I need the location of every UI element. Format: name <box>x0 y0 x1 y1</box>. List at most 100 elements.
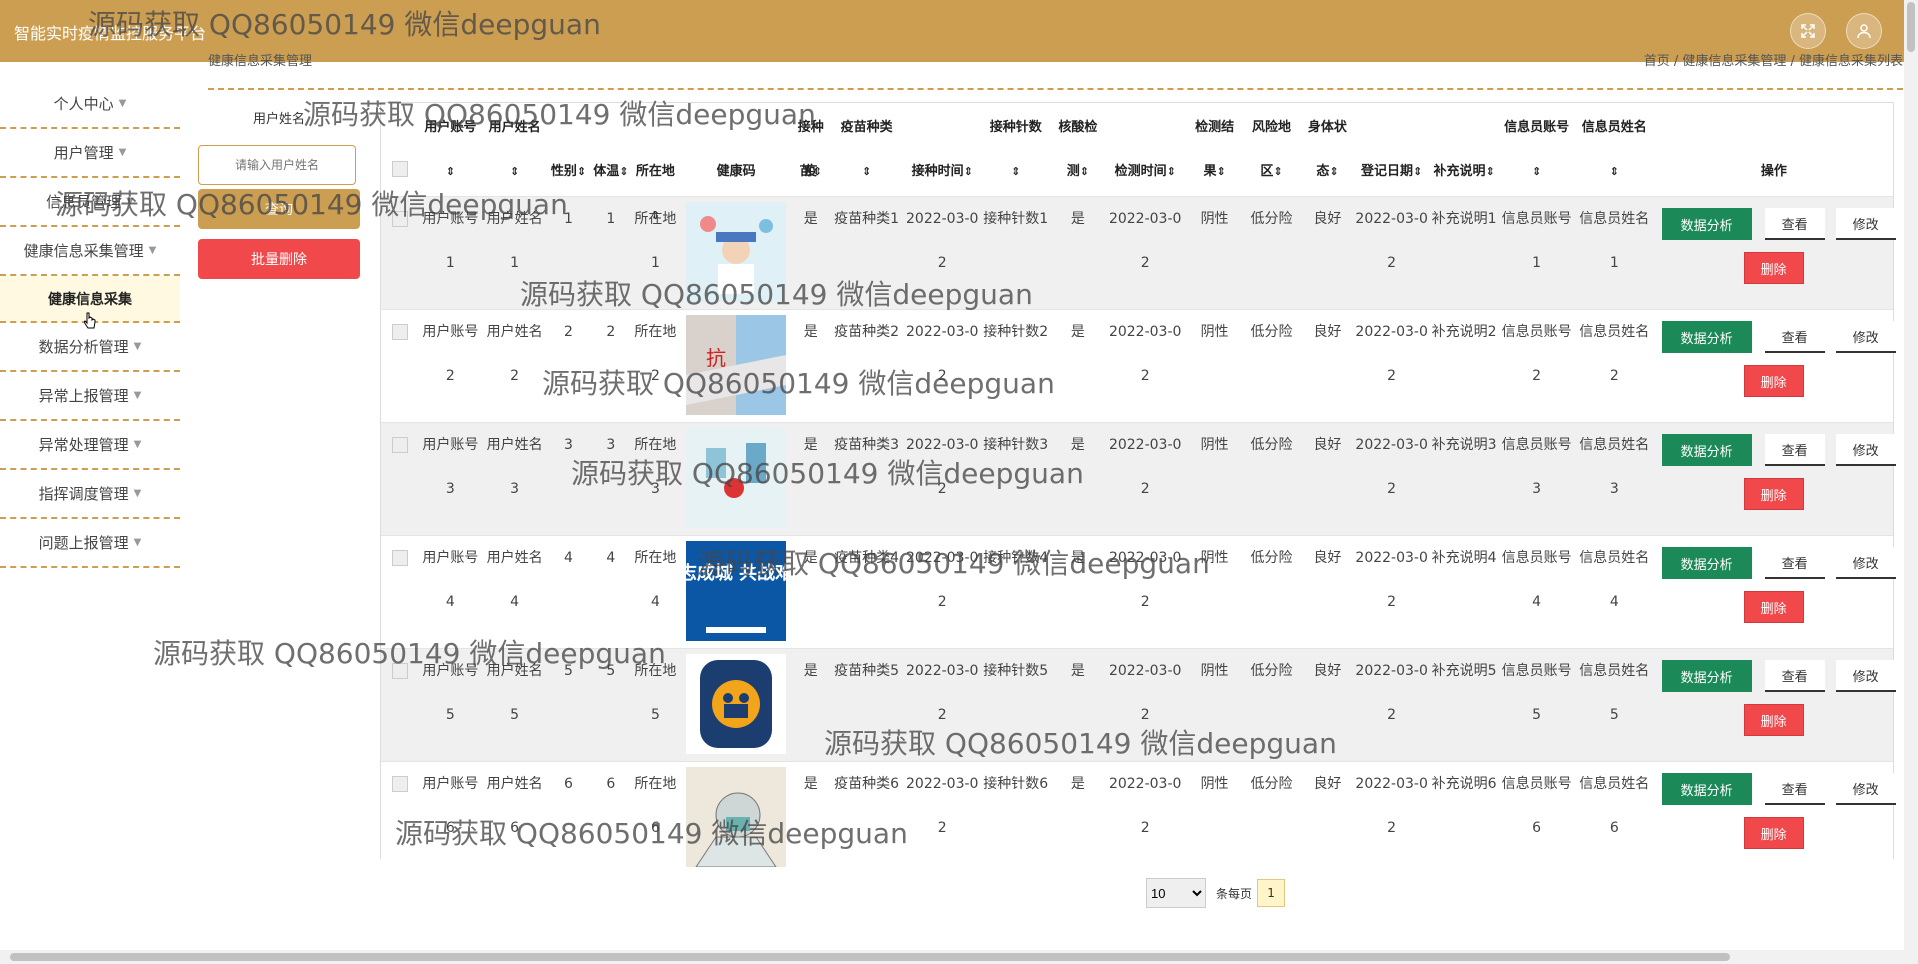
column-header[interactable]: 信息员账号 ⇕ <box>1499 103 1574 197</box>
data-analysis-button[interactable]: 数据分析 <box>1661 208 1752 240</box>
edit-button[interactable]: 修改 <box>1835 208 1896 240</box>
view-button[interactable]: 查看 <box>1764 434 1825 466</box>
sort-icon[interactable]: ⇕ <box>813 165 822 178</box>
edit-button[interactable]: 修改 <box>1835 660 1896 692</box>
sort-icon[interactable]: ⇕ <box>1011 165 1020 178</box>
view-button[interactable]: 查看 <box>1764 773 1825 805</box>
sort-icon[interactable]: ⇕ <box>1413 165 1422 178</box>
sort-icon[interactable]: ⇕ <box>1532 165 1541 178</box>
actions-cell: 数据分析 查看 修改 删除 <box>1654 761 1896 874</box>
sidebar-item[interactable]: 用户管理 ▼ <box>0 129 180 178</box>
delete-button[interactable]: 删除 <box>1743 252 1804 284</box>
sidebar-item[interactable]: 健康信息采集管理 ▼ <box>0 227 180 276</box>
sort-icon[interactable]: ⇕ <box>510 165 519 178</box>
search-input[interactable] <box>198 145 356 185</box>
table-cell: 所在地4 <box>631 535 680 649</box>
delete-button[interactable]: 删除 <box>1743 365 1804 397</box>
column-header[interactable]: 用户姓名 ⇕ <box>482 103 546 197</box>
column-header[interactable]: 接种疫 苗⇕ <box>793 103 828 197</box>
scroll-thumb[interactable] <box>10 953 1730 961</box>
row-checkbox[interactable] <box>391 324 408 340</box>
vertical-scrollbar[interactable] <box>1904 0 1918 950</box>
sidebar-item-label: 个人中心 <box>53 95 114 113</box>
horizontal-scrollbar[interactable] <box>0 950 1918 964</box>
row-checkbox[interactable] <box>391 437 408 453</box>
row-checkbox[interactable] <box>391 776 408 792</box>
column-header[interactable]: 接种针数 ⇕ <box>980 103 1052 197</box>
page-size-select[interactable]: 10 <box>1146 878 1206 908</box>
column-header[interactable]: 疫苗种类 ⇕ <box>828 103 905 197</box>
scroll-thumb[interactable] <box>1907 2 1915 52</box>
sort-icon[interactable]: ⇕ <box>577 165 586 178</box>
column-header[interactable]: 性别⇕ <box>547 103 590 197</box>
sidebar-item[interactable]: 信息员管理 ▼ <box>0 178 180 227</box>
chevron-down-icon: ▼ <box>126 196 134 207</box>
expand-icon <box>1801 24 1815 38</box>
delete-button[interactable]: 删除 <box>1743 817 1804 849</box>
select-all-checkbox[interactable] <box>391 161 408 177</box>
query-button[interactable]: 查询 <box>198 189 360 229</box>
column-header[interactable]: 登记日期⇕ <box>1354 103 1429 197</box>
column-header[interactable]: 身体状 态⇕ <box>1301 103 1355 197</box>
delete-button[interactable]: 删除 <box>1743 704 1804 736</box>
column-header[interactable]: 用户账号 ⇕ <box>418 103 482 197</box>
edit-button[interactable]: 修改 <box>1835 434 1896 466</box>
sort-icon[interactable]: ⇕ <box>1329 165 1338 178</box>
delete-button[interactable]: 删除 <box>1743 591 1804 623</box>
row-checkbox[interactable] <box>391 211 408 227</box>
sort-icon[interactable]: ⇕ <box>1486 165 1495 178</box>
fullscreen-button[interactable] <box>1790 13 1826 49</box>
app-title: 智能实时疫情监控服务平台 <box>14 24 207 43</box>
row-checkbox[interactable] <box>391 663 408 679</box>
sort-icon[interactable]: ⇕ <box>1216 165 1225 178</box>
edit-button[interactable]: 修改 <box>1835 547 1896 579</box>
view-button[interactable]: 查看 <box>1764 660 1825 692</box>
column-header[interactable]: 体温⇕ <box>590 103 631 197</box>
table-cell: 疫苗种类6 <box>828 761 905 874</box>
sort-icon[interactable]: ⇕ <box>862 165 871 178</box>
user-button[interactable] <box>1846 13 1882 49</box>
column-header[interactable]: 健康码 <box>679 103 793 197</box>
view-button[interactable]: 查看 <box>1764 547 1825 579</box>
sidebar-item[interactable]: 问题上报管理 ▼ <box>0 519 180 568</box>
column-header[interactable]: 核酸检 测⇕ <box>1052 103 1104 197</box>
column-header[interactable]: 接种时间⇕ <box>905 103 980 197</box>
data-analysis-button[interactable]: 数据分析 <box>1661 547 1752 579</box>
table-cell: 所在地2 <box>631 309 680 423</box>
data-analysis-button[interactable]: 数据分析 <box>1661 660 1752 692</box>
data-analysis-button[interactable]: 数据分析 <box>1661 434 1752 466</box>
sort-icon[interactable]: ⇕ <box>1273 165 1282 178</box>
column-header[interactable]: 补充说明⇕ <box>1429 103 1499 197</box>
sidebar-item[interactable]: 个人中心 ▼ <box>0 80 180 129</box>
delete-button[interactable]: 删除 <box>1743 478 1804 510</box>
data-analysis-button[interactable]: 数据分析 <box>1661 773 1752 805</box>
column-header-label <box>1106 106 1185 150</box>
column-header[interactable]: 操作 <box>1655 103 1893 197</box>
table-cell: 2 <box>546 309 591 423</box>
sort-icon[interactable]: ⇕ <box>964 165 973 178</box>
table-cell: 信息员姓名4 <box>1573 535 1655 649</box>
sort-icon[interactable]: ⇕ <box>1080 165 1089 178</box>
page-number-button[interactable]: 1 <box>1257 879 1286 907</box>
sort-icon[interactable]: ⇕ <box>1610 165 1619 178</box>
batch-delete-button[interactable]: 批量删除 <box>198 239 360 279</box>
sort-icon[interactable]: ⇕ <box>619 165 628 178</box>
edit-button[interactable]: 修改 <box>1835 321 1896 353</box>
column-header[interactable]: 信息员姓名 ⇕ <box>1574 103 1655 197</box>
view-button[interactable]: 查看 <box>1764 208 1825 240</box>
column-header[interactable]: 风险地 区⇕ <box>1243 103 1301 197</box>
column-header[interactable]: 检测时间⇕ <box>1104 103 1187 197</box>
edit-button[interactable]: 修改 <box>1835 773 1896 805</box>
sidebar-item[interactable]: 异常上报管理 ▼ <box>0 372 180 421</box>
column-header[interactable]: 检测结 果⇕ <box>1187 103 1243 197</box>
sidebar-item[interactable]: 异常处理管理 ▼ <box>0 421 180 470</box>
table-cell: 5 <box>590 648 632 762</box>
view-button[interactable]: 查看 <box>1764 321 1825 353</box>
column-header[interactable]: 所在地⇕ <box>632 103 680 222</box>
sidebar-item[interactable]: 数据分析管理 ▼ <box>0 323 180 372</box>
sort-icon[interactable]: ⇕ <box>446 165 455 178</box>
sort-icon[interactable]: ⇕ <box>1167 165 1176 178</box>
row-checkbox[interactable] <box>391 550 408 566</box>
data-analysis-button[interactable]: 数据分析 <box>1661 321 1752 353</box>
sidebar-item[interactable]: 指挥调度管理 ▼ <box>0 470 180 519</box>
